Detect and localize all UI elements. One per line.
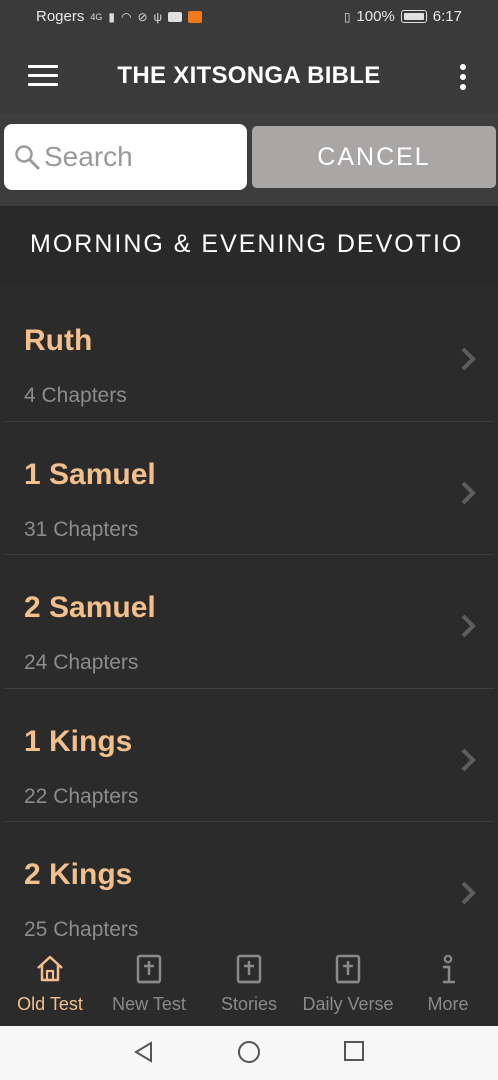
tab-stories[interactable]: Stories xyxy=(199,940,299,1026)
back-icon[interactable] xyxy=(132,1040,154,1064)
tab-label: Old Test xyxy=(17,994,83,1014)
recents-icon[interactable] xyxy=(343,1040,365,1062)
system-nav-bar xyxy=(0,1026,498,1080)
bible-icon xyxy=(136,954,162,984)
book-name: 2 Kings xyxy=(24,858,133,891)
book-row[interactable]: 1 Samuel 31 Chapters xyxy=(4,422,494,555)
chevron-right-icon xyxy=(461,481,476,504)
battery-icon xyxy=(400,10,427,23)
status-bar-left: Rogers 4G ▮ ◠ ⊘ ψ xyxy=(36,8,203,25)
chevron-right-icon xyxy=(461,881,476,905)
book-chapter-count: 24 Chapters xyxy=(24,651,139,674)
bible-icon xyxy=(236,954,262,984)
book-name: 1 Samuel xyxy=(24,457,156,491)
status-bar: Rogers 4G ▮ ◠ ⊘ ψ ▯ 100% 6:17 xyxy=(0,0,498,34)
book-list: Ruth 4 Chapters 1 Samuel 31 Chapters 2 S… xyxy=(0,288,498,940)
vibrate-icon: ▯ xyxy=(343,9,351,24)
chevron-right-icon xyxy=(461,347,476,371)
book-chapter-count: 25 Chapters xyxy=(24,918,139,940)
youtube-icon xyxy=(168,11,183,22)
book-name: 2 Samuel xyxy=(24,591,156,624)
battery-percent: 100% xyxy=(356,8,395,25)
info-icon xyxy=(443,954,455,984)
book-chapter-count: 31 Chapters xyxy=(24,517,139,541)
search-area: CANCEL xyxy=(0,114,498,206)
chevron-right-icon xyxy=(461,614,476,638)
signal-icon: ▮ xyxy=(108,9,115,24)
carrier-label: Rogers xyxy=(36,8,85,25)
tab-label: New Test xyxy=(112,994,186,1014)
status-bar-right: ▯ 100% 6:17 xyxy=(344,8,462,25)
app-title: THE XITSONGA BIBLE xyxy=(117,62,381,89)
book-row[interactable]: 1 Kings 22 Chapters xyxy=(4,689,494,822)
book-name: 1 Kings xyxy=(24,724,133,758)
bible-icon xyxy=(335,954,361,984)
usb-icon: ψ xyxy=(153,9,163,24)
check-circle-icon: ⊘ xyxy=(137,9,148,24)
bottom-tab-bar: Old Test New Test Stories Daily Verse Mo… xyxy=(0,940,498,1026)
home-icon xyxy=(37,955,63,982)
book-chapter-count: 22 Chapters xyxy=(24,784,139,808)
book-row[interactable]: 2 Kings 25 Chapters xyxy=(4,822,494,940)
devotion-banner[interactable]: MORNING & EVENING DEVOTIO xyxy=(0,206,498,286)
screen: Rogers 4G ▮ ◠ ⊘ ψ ▯ 100% 6:17 THE XITSON… xyxy=(0,0,498,1080)
tab-more[interactable]: More xyxy=(398,940,498,1026)
book-row[interactable]: Ruth 4 Chapters xyxy=(4,288,494,422)
tab-new-test[interactable]: New Test xyxy=(99,940,199,1026)
app-bar: THE XITSONGA BIBLE xyxy=(0,34,498,114)
network-type-label: 4G xyxy=(90,11,103,22)
cancel-button[interactable]: CANCEL xyxy=(252,126,496,188)
search-box[interactable] xyxy=(4,124,247,190)
tab-daily-verse[interactable]: Daily Verse xyxy=(298,940,398,1026)
home-nav-icon[interactable] xyxy=(237,1040,261,1064)
book-name: Ruth xyxy=(24,324,93,357)
tab-old-test[interactable]: Old Test xyxy=(0,940,100,1026)
search-input[interactable] xyxy=(44,138,240,176)
tab-label: More xyxy=(427,994,469,1014)
overflow-menu-icon[interactable] xyxy=(460,64,468,90)
clock: 6:17 xyxy=(432,8,462,25)
devotion-banner-text: MORNING & EVENING DEVOTIO xyxy=(30,230,464,258)
notification-app-icon xyxy=(188,10,203,23)
book-chapter-count: 4 Chapters xyxy=(24,384,127,407)
tab-label: Stories xyxy=(220,994,278,1014)
chevron-right-icon xyxy=(461,748,476,771)
search-icon xyxy=(15,145,40,170)
wifi-icon: ◠ xyxy=(120,9,132,24)
tab-label: Daily Verse xyxy=(302,994,394,1014)
book-row[interactable]: 2 Samuel 24 Chapters xyxy=(4,555,494,689)
